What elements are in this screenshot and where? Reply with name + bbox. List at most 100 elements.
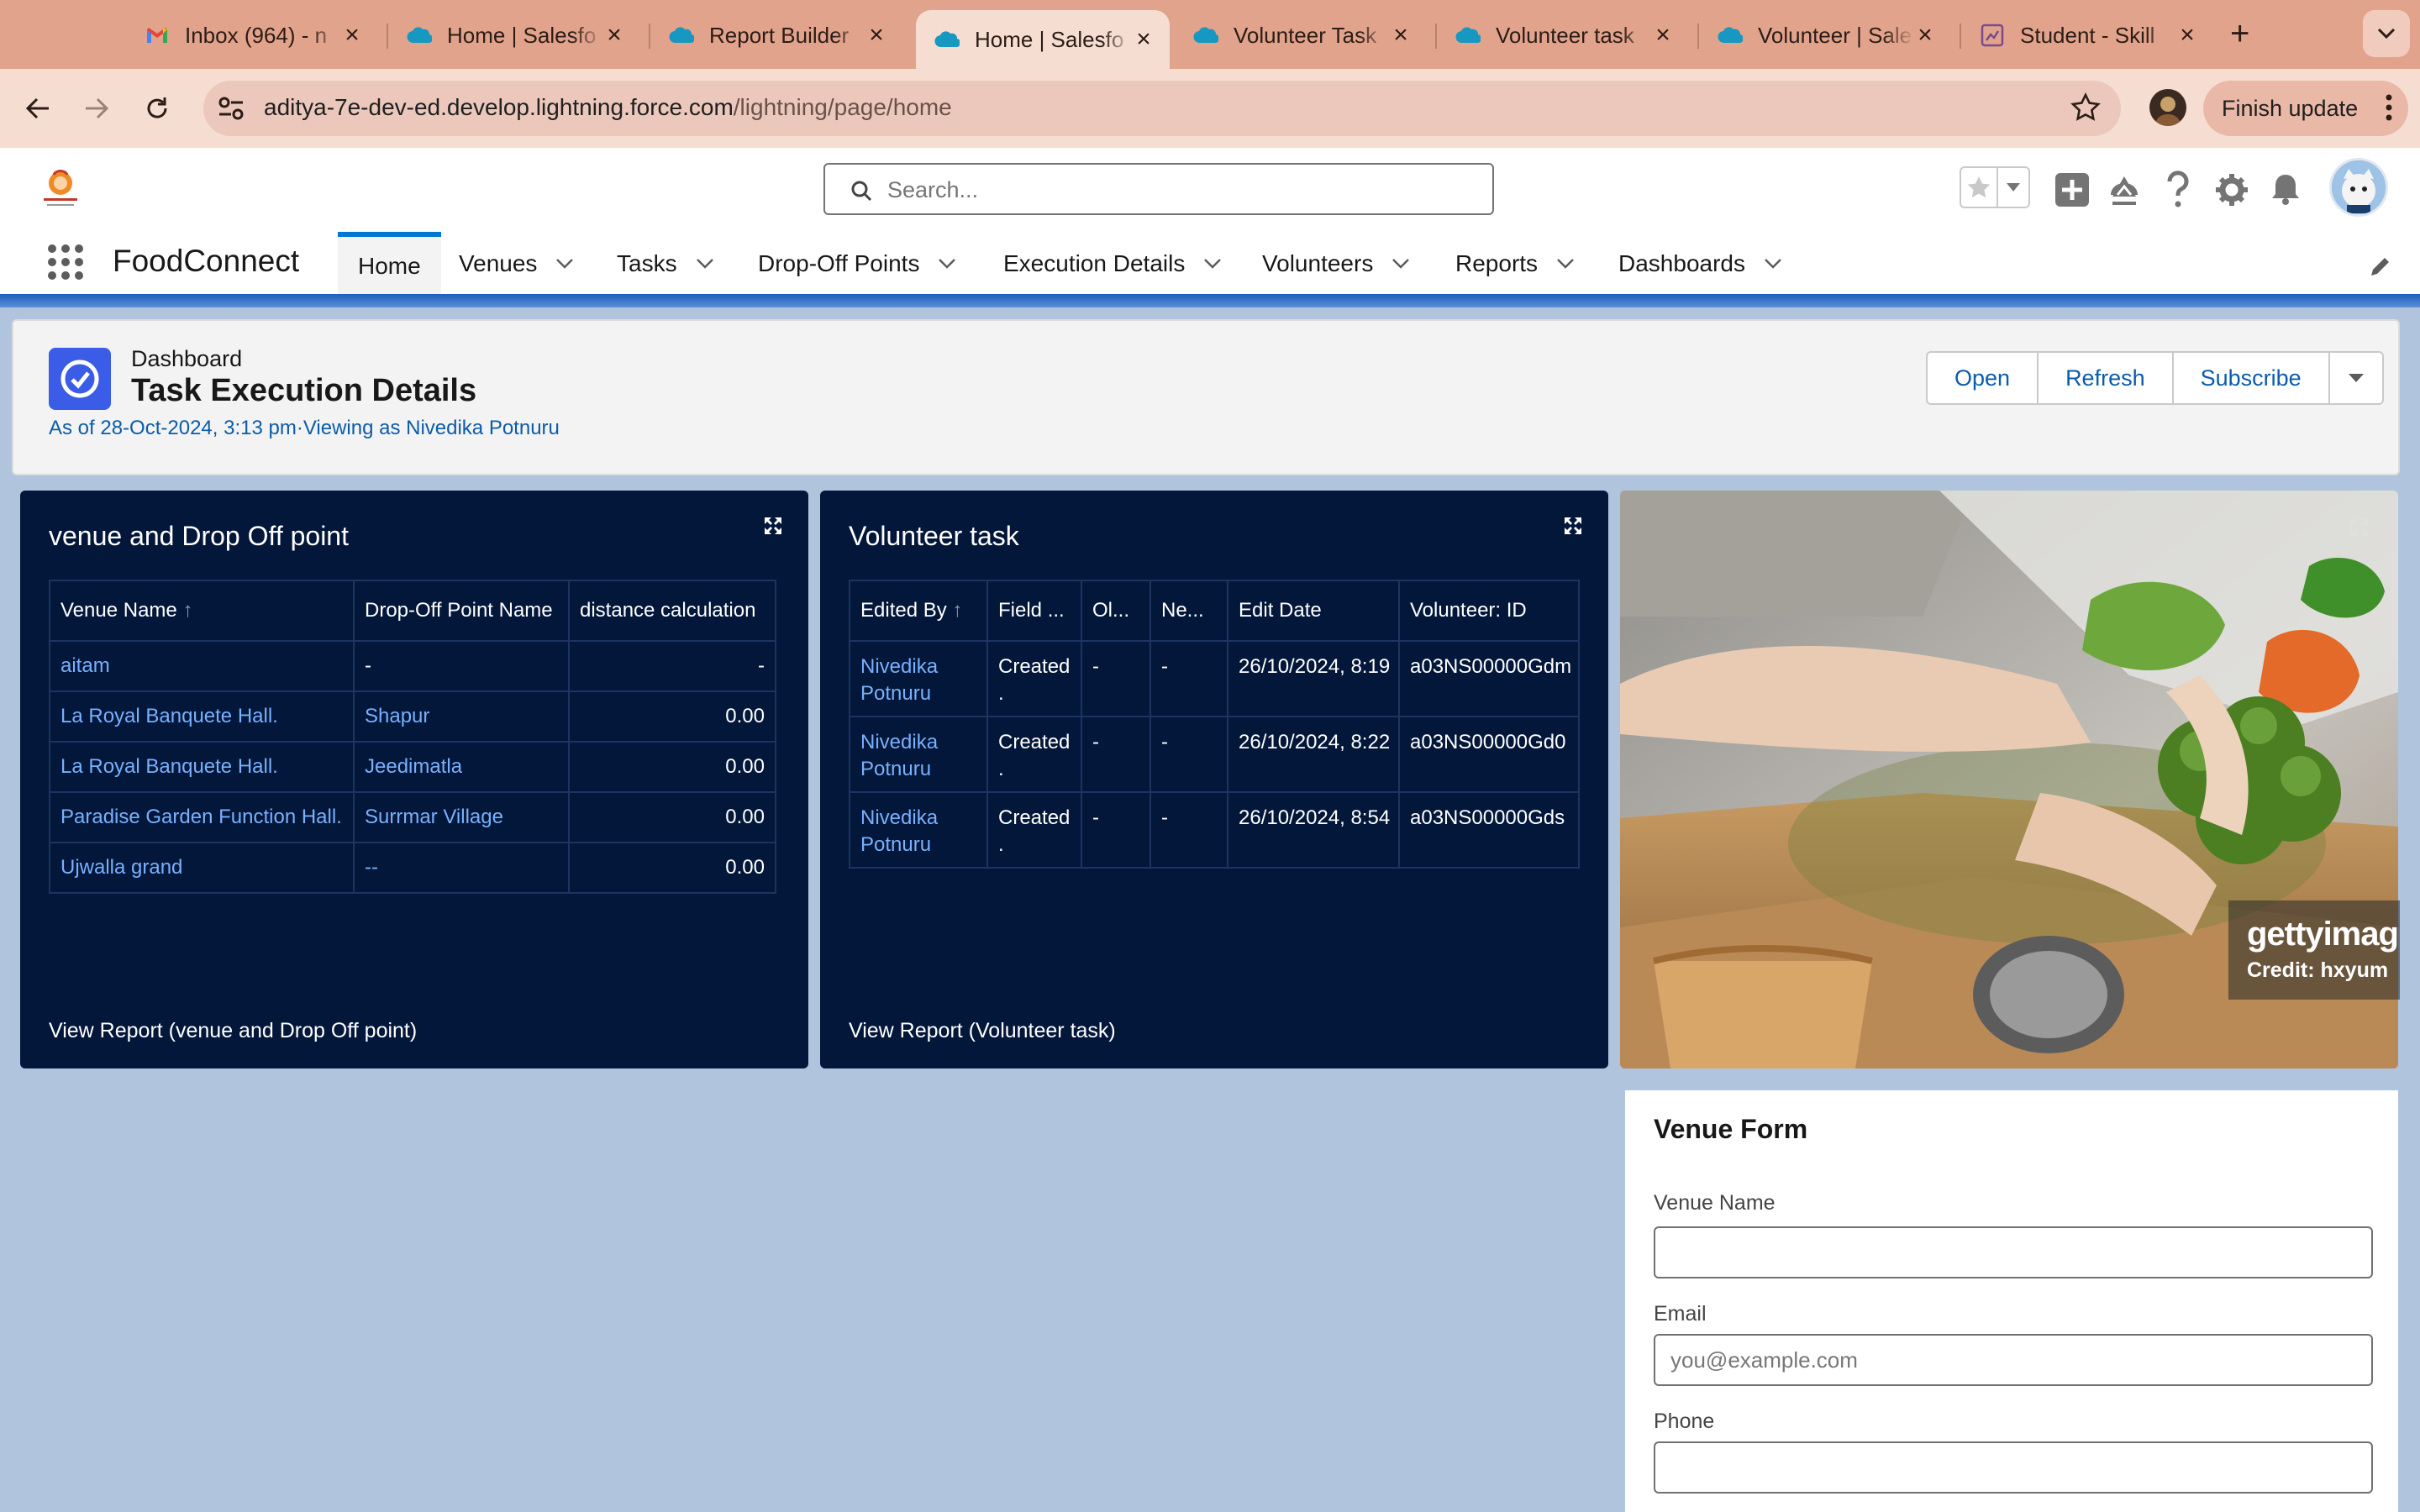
venue-link[interactable]: La Royal Banquete Hall. [60,705,278,727]
edited-by-link[interactable]: Nivedika Potnuru [860,731,938,780]
browser-tab[interactable]: Volunteer | Sale × [1699,8,1951,62]
nav-item-tasks[interactable]: Tasks [617,232,714,296]
venue-link[interactable]: Ujwalla grand [60,856,182,879]
venue-link[interactable]: aitam [60,654,110,677]
nav-item-venues[interactable]: Venues [459,232,574,296]
chevron-down-icon[interactable] [1998,168,2028,207]
nav-item-volunteers[interactable]: Volunteers [1262,232,1410,296]
reload-button[interactable] [136,87,178,129]
chevron-down-icon[interactable] [1203,258,1222,270]
chevron-down-icon[interactable] [938,258,956,270]
foodconnect-logo[interactable] [32,166,89,213]
venue-link[interactable]: Paradise Garden Function Hall. [60,806,342,828]
nav-item-reports[interactable]: Reports [1455,232,1575,296]
expand-icon[interactable] [2349,517,2370,538]
chevron-down-icon[interactable] [1556,258,1575,270]
drop-off-link[interactable]: Jeedimatla [365,755,462,778]
expand-icon[interactable] [1563,516,1583,536]
close-icon[interactable]: × [1390,21,1412,50]
close-icon[interactable]: × [865,21,887,50]
address-bar[interactable]: aditya-7e-dev-ed.develop.lightning.force… [203,81,2121,136]
column-header[interactable]: Venue Name ↑ [49,580,355,642]
close-icon[interactable]: × [1652,21,1674,50]
browser-tab[interactable]: Volunteer task × [1437,8,1689,62]
tab-search-button[interactable] [2363,10,2410,57]
refresh-button[interactable]: Refresh [2037,351,2174,405]
column-header[interactable]: Edit Date [1227,580,1400,642]
nav-item-execution-details[interactable]: Execution Details [1003,232,1222,296]
global-search[interactable] [823,163,1494,215]
finish-update-button[interactable]: Finish update [2203,81,2408,136]
column-header[interactable]: Ne... [1150,580,1228,642]
new-tab-button[interactable]: + [2230,15,2249,53]
notification-bell-icon[interactable] [2267,165,2304,215]
arrow-right-icon [86,97,109,119]
gear-icon[interactable] [2213,165,2250,215]
email-field[interactable] [1654,1334,2373,1386]
close-icon[interactable]: × [341,21,363,50]
more-actions-button[interactable] [2328,351,2384,405]
edited-by-link[interactable]: Nivedika Potnuru [860,655,938,705]
column-header[interactable]: Drop-Off Point Name [353,580,570,642]
nav-label: Reports [1455,250,1539,276]
bookmark-star-icon[interactable] [2070,92,2101,123]
profile-avatar[interactable] [2149,89,2186,126]
close-icon[interactable]: × [2176,21,2198,50]
column-header[interactable]: Volunteer: ID [1398,580,1580,642]
salesforce-cloud-icon [934,27,960,52]
browser-tab[interactable]: Home | Salesfo × [388,8,640,62]
browser-tab-active[interactable]: Home | Salesfo × [916,10,1170,69]
drop-off-link[interactable]: -- [365,856,378,879]
column-header[interactable]: distance calculation [568,580,776,642]
nav-item-home[interactable]: Home [338,232,441,296]
app-launcher-icon[interactable] [47,244,84,281]
venue-name-field[interactable] [1654,1226,2373,1278]
search-icon [850,180,872,202]
nav-item-dashboards[interactable]: Dashboards [1618,232,1782,296]
chevron-down-icon[interactable] [555,258,574,270]
user-avatar[interactable] [2329,158,2388,217]
open-button[interactable]: Open [1926,351,2039,405]
trailhead-guidance-icon[interactable] [2106,165,2143,215]
sort-ascending-icon: ↑ [182,599,193,622]
column-header[interactable]: Field ... [986,580,1082,642]
forward-button[interactable] [76,87,118,129]
search-input[interactable] [887,173,1476,207]
favorite-star-icon[interactable] [1961,168,1998,207]
column-header[interactable]: Ol... [1081,580,1151,642]
back-button[interactable] [17,87,59,129]
volunteer-id-cell: a03NS00000Gd0 [1398,716,1580,793]
dashboard-as-of-text[interactable]: As of 28-Oct-2024, 3:13 pm·Viewing as Ni… [49,417,560,440]
chevron-down-icon[interactable] [1764,258,1782,270]
subscribe-button[interactable]: Subscribe [2171,351,2330,405]
column-header[interactable]: Edited By ↑ [849,580,988,642]
close-icon[interactable]: × [603,21,625,50]
phone-field[interactable] [1654,1441,2373,1494]
edit-nav-pencil-icon[interactable] [2368,254,2393,279]
edit-date-cell: 26/10/2024, 8:19 [1227,640,1400,717]
view-report-link[interactable]: View Report (Volunteer task) [849,1019,1116,1043]
close-icon[interactable]: × [1914,21,1936,50]
finish-update-label: Finish update [2222,95,2359,121]
site-settings-icon[interactable] [215,92,247,124]
chevron-down-icon[interactable] [1392,258,1410,270]
chevron-down-icon[interactable] [696,258,714,270]
nav-item-drop-off-points[interactable]: Drop-Off Points [758,232,956,296]
help-icon[interactable] [2161,165,2195,215]
view-report-link[interactable]: View Report (venue and Drop Off point) [49,1019,417,1043]
expand-icon[interactable] [763,516,783,536]
browser-tab[interactable]: Student - Skill × [1961,8,2213,62]
close-icon[interactable]: × [1133,25,1155,54]
drop-off-link[interactable]: Surrmar Village [365,806,503,828]
credit-text: Credit: hxyum [2247,958,2389,982]
drop-off-link[interactable]: Shapur [365,705,429,727]
global-actions-icon[interactable] [2054,165,2091,215]
drop-off-cell: - [353,640,570,692]
browser-tab[interactable]: Inbox (964) - n × [126,8,378,62]
venue-link[interactable]: La Royal Banquete Hall. [60,755,278,778]
email-label: Email [1654,1302,1707,1326]
browser-tab[interactable]: Report Builder × [650,8,902,62]
favorites-button-group[interactable] [1960,166,2030,208]
browser-tab[interactable]: Volunteer Task × [1175,8,1427,62]
edited-by-link[interactable]: Nivedika Potnuru [860,806,938,856]
